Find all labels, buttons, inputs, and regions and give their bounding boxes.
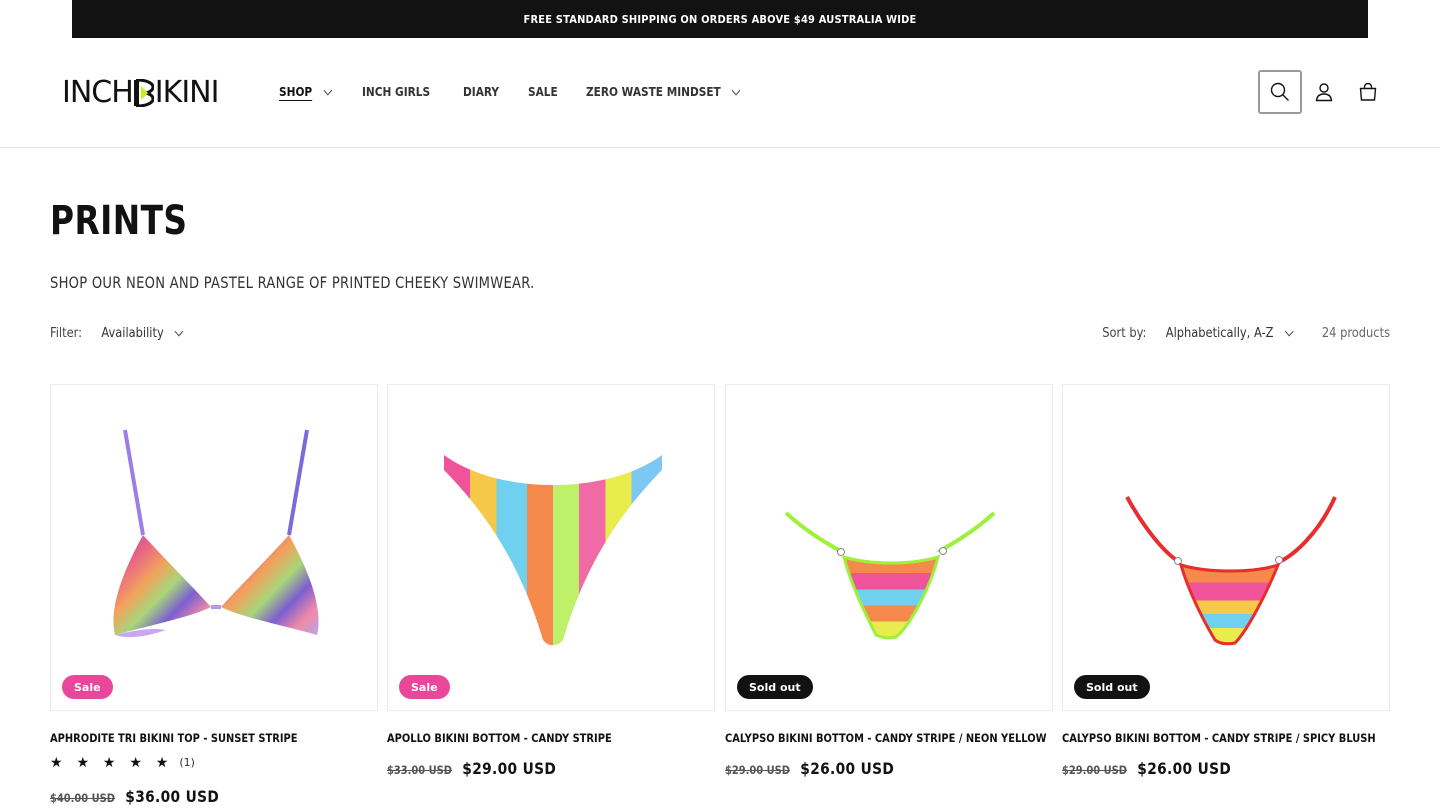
- account-icon: [1315, 83, 1333, 102]
- nav-label: DIARY: [463, 85, 500, 99]
- availability-filter[interactable]: Availability: [101, 326, 184, 341]
- filter-label: Filter:: [50, 326, 82, 341]
- product-image[interactable]: Sold out: [725, 384, 1053, 711]
- price-regular: $29.00 USD: [1062, 763, 1127, 777]
- price-sale: $26.00 USD: [1137, 759, 1232, 778]
- cart-button[interactable]: [1346, 70, 1390, 114]
- announcement-bar: FREE STANDARD SHIPPING ON ORDERS ABOVE $…: [72, 0, 1368, 38]
- nav-item-sale[interactable]: SALE: [528, 85, 558, 99]
- nav-item-inch-girls[interactable]: INCH GIRLS: [362, 85, 430, 99]
- product-price: $40.00 USD $36.00 USD: [50, 787, 332, 806]
- sort-select[interactable]: Alphabetically, A-Z: [1165, 326, 1294, 341]
- price-regular: $29.00 USD: [725, 763, 790, 777]
- price-regular: $33.00 USD: [387, 763, 452, 777]
- sale-badge: Sale: [62, 675, 113, 699]
- price-sale: $29.00 USD: [462, 759, 557, 778]
- account-button[interactable]: [1302, 70, 1346, 114]
- product-title[interactable]: CALYPSO BIKINI BOTTOM - CANDY STRIPE / N…: [725, 731, 1047, 745]
- product-card: Sold out CALYPSO BIKINI BOTTOM - CANDY S…: [1062, 384, 1390, 778]
- product-card: Sold out CALYPSO BIKINI BOTTOM - CANDY S…: [725, 384, 1053, 778]
- sort-value: Alphabetically, A-Z: [1165, 326, 1274, 341]
- sold-out-badge: Sold out: [1074, 675, 1150, 699]
- search-icon: [1270, 82, 1289, 101]
- availability-label: Availability: [101, 326, 164, 341]
- product-title[interactable]: APOLLO BIKINI BOTTOM - CANDY STRIPE: [387, 731, 669, 745]
- nav-label: SALE: [528, 85, 558, 99]
- search-button[interactable]: [1258, 70, 1302, 114]
- rating-count: (1): [179, 756, 195, 769]
- product-image[interactable]: Sale: [387, 384, 715, 711]
- logo[interactable]: INCH IKINI: [62, 75, 220, 110]
- product-card: Sale APOLLO BIKINI BOTTOM - CANDY STRIPE…: [387, 384, 715, 778]
- product-price: $29.00 USD $26.00 USD: [725, 759, 1007, 778]
- chevron-down-icon: [1284, 326, 1294, 337]
- product-count: 24 products: [1321, 326, 1390, 341]
- chevron-down-icon: [323, 85, 332, 95]
- price-sale: $36.00 USD: [125, 787, 220, 806]
- star-rating-icon: ★ ★ ★ ★ ★: [50, 754, 174, 770]
- nav-item-shop[interactable]: SHOP: [279, 85, 332, 99]
- product-title[interactable]: APHRODITE TRI BIKINI TOP - SUNSET STRIPE: [50, 731, 332, 745]
- product-rating: ★ ★ ★ ★ ★ (1): [50, 754, 378, 771]
- price-regular: $40.00 USD: [50, 791, 115, 805]
- nav-label: ZERO WASTE MINDSET: [585, 85, 721, 99]
- sort-label: Sort by:: [1102, 326, 1147, 341]
- announcement-text: FREE STANDARD SHIPPING ON ORDERS ABOVE $…: [523, 12, 917, 26]
- price-sale: $26.00 USD: [800, 759, 895, 778]
- product-grid: Sale APHRODITE TRI BIKINI TOP - SUNSET S…: [50, 384, 1390, 810]
- nav-item-zero-waste[interactable]: ZERO WASTE MINDSET: [585, 85, 741, 99]
- nav-label: SHOP: [279, 85, 313, 99]
- site-header: INCH IKINI SHOP INCH GIRLS DIARY SALE ZE…: [0, 38, 1440, 148]
- page-title: PRINTS: [50, 198, 188, 244]
- main-nav: SHOP INCH GIRLS DIARY SALE ZERO WASTE MI…: [279, 38, 784, 146]
- cart-icon: [1359, 82, 1377, 101]
- chevron-down-icon: [174, 326, 184, 337]
- logo-left: INCH: [62, 75, 134, 110]
- header-icons: [1258, 70, 1390, 114]
- facets-bar: Filter: Availability Sort by: Alphabetic…: [50, 326, 1390, 350]
- nav-label: INCH GIRLS: [361, 85, 430, 99]
- collection-description: SHOP OUR NEON AND PASTEL RANGE OF PRINTE…: [50, 273, 535, 292]
- product-title[interactable]: CALYPSO BIKINI BOTTOM - CANDY STRIPE / S…: [1062, 731, 1376, 745]
- chevron-down-icon: [731, 85, 741, 95]
- product-image[interactable]: Sold out: [1062, 384, 1390, 711]
- product-price: $33.00 USD $29.00 USD: [387, 759, 669, 778]
- sold-out-badge: Sold out: [737, 675, 813, 699]
- nav-item-diary[interactable]: DIARY: [463, 85, 499, 99]
- filter-group: Filter: Availability: [50, 326, 184, 341]
- sort-group: Sort by: Alphabetically, A-Z 24 products: [1102, 326, 1390, 341]
- product-card: Sale APHRODITE TRI BIKINI TOP - SUNSET S…: [50, 384, 378, 806]
- product-price: $29.00 USD $26.00 USD: [1062, 759, 1344, 778]
- logo-mark-icon: [133, 79, 154, 107]
- logo-right: IKINI: [154, 75, 220, 110]
- product-image[interactable]: Sale: [50, 384, 378, 711]
- sale-badge: Sale: [399, 675, 450, 699]
